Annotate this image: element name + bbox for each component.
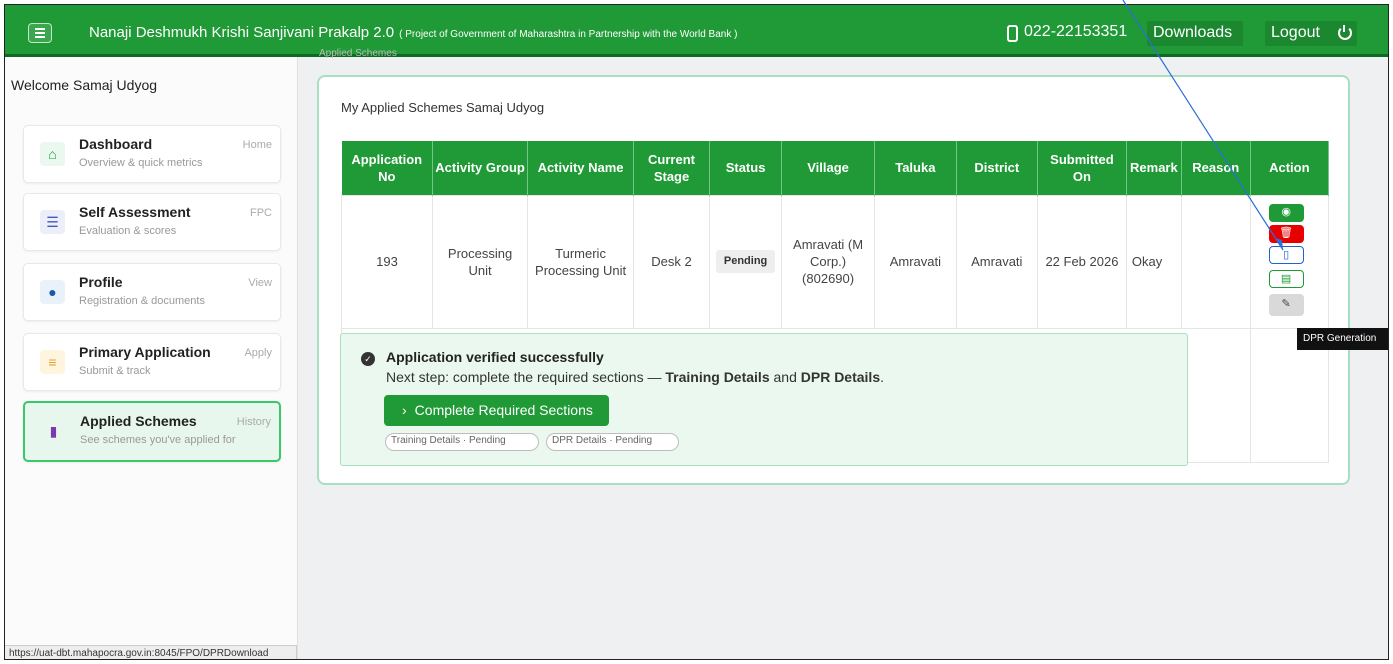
col-reason: Reason (1181, 141, 1251, 195)
nav-description: Submit & track (79, 365, 151, 377)
notice-section-training: Training Details (665, 369, 770, 385)
nav-tag: FPC (250, 207, 272, 219)
cell-activity-name: Turmeric Processing Unit (527, 194, 634, 329)
view-button[interactable]: ◉ (1268, 203, 1304, 222)
cell-activity-group: Processing Unit (431, 194, 529, 329)
col-submitted-on: Submitted On (1037, 141, 1127, 195)
col-current-stage: Current Stage (633, 141, 711, 195)
cell-submitted-on: 22 Feb 2026 (1037, 194, 1127, 329)
nav-description: Evaluation & scores (79, 225, 177, 237)
col-action: Action (1250, 141, 1330, 195)
sidebar: Welcome Samaj Udyog ⌂ Dashboard Overview… (5, 57, 298, 659)
col-activity-group: Activity Group (432, 141, 529, 195)
eye-icon: ◉ (1281, 205, 1291, 218)
cell-reason (1180, 194, 1251, 329)
nav-description: Registration & documents (79, 295, 205, 307)
app-subtitle: ( Project of Government of Maharashtra i… (399, 29, 738, 40)
nav-tag: Home (242, 139, 272, 151)
applied-schemes-panel: My Applied Schemes Samaj Udyog Applicati… (317, 75, 1350, 485)
nav-title: Dashboard (79, 136, 153, 152)
verification-notice: ✓ Application verified successfully Next… (340, 333, 1188, 466)
col-remark: Remark (1126, 141, 1182, 195)
status-url: https://uat-dbt.mahapocra.gov.in:8045/FP… (5, 645, 297, 659)
status-badge: Pending (715, 250, 776, 273)
table-row: 193 Processing Unit Turmeric Processing … (341, 194, 1330, 329)
logout-label: Logout (1271, 24, 1320, 41)
sidebar-item-self-assessment[interactable]: ☰ Self Assessment Evaluation & scores FP… (23, 193, 281, 251)
pencil-icon: ✎ (1281, 297, 1291, 310)
welcome-text: Welcome Samaj Udyog (11, 77, 158, 93)
document-button[interactable]: ▤ (1268, 269, 1304, 288)
app-title-text: Nanaji Deshmukh Krishi Sanjivani Prakalp… (89, 24, 395, 41)
trash-icon: 🗑 (1279, 226, 1294, 239)
breadcrumb[interactable]: Applied Schemes (319, 48, 397, 59)
button-label: Complete Required Sections (414, 402, 593, 418)
training-details-status-pill: Training Details · Pending (385, 433, 539, 451)
notice-text: Next step: complete the required section… (386, 369, 884, 385)
page-title: My Applied Schemes Samaj Udyog (341, 100, 545, 115)
list-icon: ☰ (40, 210, 65, 234)
delete-button[interactable]: 🗑 (1268, 224, 1304, 243)
file-icon: ▤ (1280, 272, 1292, 285)
cell-remark: Okay (1125, 194, 1182, 329)
nav-title: Self Assessment (79, 204, 191, 220)
nav-title: Primary Application (79, 344, 211, 360)
col-district: District (956, 141, 1039, 195)
phone-number: 022-22153351 (1024, 23, 1128, 40)
nav-title: Applied Schemes (80, 413, 197, 429)
nav-tag: View (248, 277, 272, 289)
col-status: Status (709, 141, 783, 195)
scheme-icon: ▮ (49, 423, 58, 439)
table-header-row: Application No Activity Group Activity N… (341, 141, 1330, 195)
notice-title: Application verified successfully (386, 349, 604, 365)
nav-tag: Apply (244, 347, 272, 359)
top-navbar: Nanaji Deshmukh Krishi Sanjivani Prakalp… (5, 5, 1388, 57)
sidebar-item-applied-schemes[interactable]: ▮ Applied Schemes See schemes you've app… (23, 401, 281, 462)
nav-title: Profile (79, 274, 123, 290)
power-icon (1338, 25, 1352, 40)
document-list-icon: ≡ (40, 350, 65, 374)
col-application-no: Application No (341, 141, 433, 195)
cell-application-no: 193 (341, 194, 433, 329)
home-icon: ⌂ (40, 142, 65, 166)
nav-description: Overview & quick metrics (79, 157, 203, 169)
hamburger-menu-icon[interactable] (28, 23, 52, 43)
notice-and-text: and (769, 369, 801, 385)
col-activity-name: Activity Name (527, 141, 634, 195)
col-village: Village (781, 141, 876, 195)
cell-status: Pending (709, 194, 783, 329)
notice-suffix: . (880, 369, 884, 385)
cell-action: ◉ 🗑 ▯ ▤ ✎ (1249, 194, 1330, 329)
dpr-details-status-pill: DPR Details · Pending (546, 433, 679, 451)
edit-button[interactable]: ✎ (1268, 293, 1304, 316)
cell-district: Amravati (955, 194, 1039, 329)
complete-required-sections-button[interactable]: › Complete Required Sections (384, 395, 609, 426)
user-icon: ● (40, 280, 65, 304)
document-icon: ▯ (1283, 248, 1290, 261)
cell-village: Amravati (M Corp.) (802690) (781, 194, 876, 329)
dpr-generation-tooltip: DPR Generation (1297, 328, 1388, 350)
nav-description: See schemes you've applied for (80, 434, 236, 446)
sidebar-item-dashboard[interactable]: ⌂ Dashboard Overview & quick metrics Hom… (23, 125, 281, 183)
browser-frame: Nanaji Deshmukh Krishi Sanjivani Prakalp… (4, 4, 1389, 660)
dpr-generation-button[interactable]: ▯ (1268, 245, 1304, 264)
sidebar-item-profile[interactable]: ● Profile Registration & documents View (23, 263, 281, 321)
app-title: Nanaji Deshmukh Krishi Sanjivani Prakalp… (89, 24, 737, 41)
col-taluka: Taluka (874, 141, 957, 195)
phone-icon (1007, 25, 1018, 42)
notice-text-prefix: Next step: complete the required section… (386, 369, 666, 385)
logout-button[interactable]: Logout (1265, 21, 1357, 46)
sidebar-item-primary-application[interactable]: ≡ Primary Application Submit & track App… (23, 333, 281, 391)
cell-taluka: Amravati (874, 194, 957, 329)
nav-tag: History (236, 416, 271, 428)
chevron-right-icon: › (402, 402, 407, 418)
cell-current-stage: Desk 2 (632, 194, 711, 329)
downloads-button[interactable]: Downloads (1147, 21, 1243, 46)
notice-section-dpr: DPR Details (800, 369, 881, 385)
check-circle-icon: ✓ (361, 352, 375, 366)
